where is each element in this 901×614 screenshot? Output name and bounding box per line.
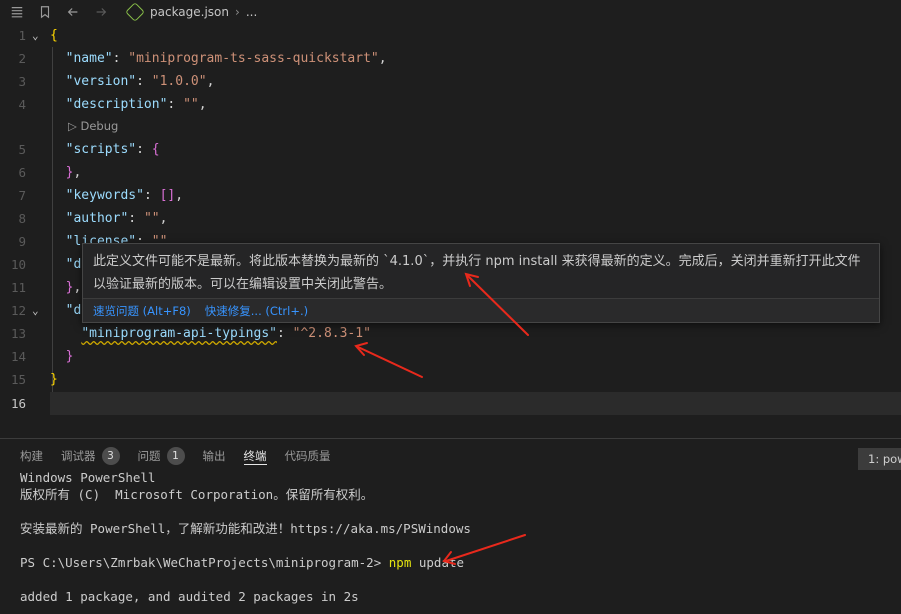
panel-tab-label: 构建 [20, 449, 43, 463]
hover-actions-bar: 速览问题 (Alt+F8) 快速修复... (Ctrl+.) [83, 298, 879, 322]
json-key-scripts: "scripts" [65, 142, 137, 157]
panel-tab-count-badge: 1 [166, 447, 185, 465]
json-value-name: "miniprogram-ts-sass-quickstart" [128, 51, 379, 66]
terminal-command: npm [388, 555, 412, 570]
terminal-line: Windows PowerShell [20, 470, 156, 485]
panel-tab-label: 代码质量 [284, 449, 331, 463]
json-value-description: "" [183, 97, 199, 112]
json-value-keywords: [] [159, 188, 176, 203]
json-key-version: "version" [65, 74, 137, 89]
json-value-version: "1.0.0" [151, 74, 207, 89]
code-editor[interactable]: 1 ⌄ 2 3 4 5 6 7 8 9 10 11 12 ⌄ 13 14 15 16 { "name": "min… [0, 24, 901, 438]
terminal-line: 版权所有 (C) Microsoft Corporation。保留所有权利。 [20, 487, 374, 502]
panel-tab[interactable]: 终端 [243, 439, 267, 473]
breadcrumb-file[interactable]: package.json [150, 5, 229, 19]
editor-breadcrumb-bar: package.json › ... [0, 0, 901, 24]
chevron-right-icon: › [235, 5, 240, 19]
panel-tab-count-badge: 3 [101, 447, 120, 465]
panel-tab[interactable]: 调试器 3 [61, 439, 120, 473]
breadcrumb-more[interactable]: ... [246, 5, 257, 19]
panel-tab-label: 问题 [137, 449, 161, 463]
peek-problem-link[interactable]: 速览问题 (Alt+F8) [93, 303, 191, 319]
json-key-partial-12: "d [65, 303, 82, 318]
json-key-description: "description" [65, 97, 168, 112]
terminal-output[interactable]: Windows PowerShell 版权所有 (C) Microsoft Cor… [20, 469, 890, 605]
json-key-name: "name" [65, 51, 113, 66]
json-value-author: "" [143, 211, 160, 226]
panel-tab-label: 调试器 [61, 449, 96, 463]
breadcrumb[interactable]: package.json › ... [125, 2, 257, 22]
json-key-keywords: "keywords" [65, 188, 144, 203]
line-number: 16 [10, 396, 26, 411]
panel-tab-label: 终端 [243, 449, 267, 463]
json-file-icon [125, 2, 145, 22]
terminal-select-dropdown[interactable]: 1: powershell [858, 448, 901, 470]
panel-tabs: 构建 调试器 3 问题 1 输出 终端 代码质量 [0, 439, 349, 473]
hover-warning-popup: 此定义文件可能不是最新。将此版本替换为最新的 `4.1.0`，并执行 npm i… [82, 243, 880, 323]
close-brace: } [50, 372, 58, 387]
open-brace: { [50, 28, 58, 43]
dependency-version-value[interactable]: "^2.8.3-1" [293, 326, 371, 341]
json-key-partial-10: "d [65, 257, 82, 272]
quick-fix-link[interactable]: 快速修复... (Ctrl+.) [205, 303, 308, 319]
forward-arrow-icon[interactable] [90, 1, 112, 23]
panel-tab[interactable]: 代码质量 [285, 439, 331, 473]
panel-tab-label: 输出 [202, 449, 226, 463]
bookmark-icon[interactable] [34, 1, 56, 23]
panel-tab[interactable]: 输出 [203, 439, 226, 473]
debug-codelens[interactable]: ▷ Debug [68, 119, 118, 133]
terminal-line: PS C:\Users\Zmrbak\WeChatProjects\minipr… [20, 554, 890, 571]
list-icon[interactable] [6, 1, 28, 23]
json-key-author: "author" [65, 211, 129, 226]
terminal-line: added 1 package, and audited 2 packages … [20, 589, 359, 604]
terminal-prompt: PS C:\Users\Zmrbak\WeChatProjects\minipr… [20, 555, 389, 570]
terminal-line: 安装最新的 PowerShell，了解新功能和改进！https://aka.ms… [20, 521, 471, 536]
back-arrow-icon[interactable] [62, 1, 84, 23]
dependency-key-typings[interactable]: "miniprogram-api-typings" [81, 326, 277, 341]
panel-tab[interactable]: 构建 [20, 439, 43, 473]
hover-warning-message: 此定义文件可能不是最新。将此版本替换为最新的 `4.1.0`，并执行 npm i… [93, 254, 861, 292]
panel-tab[interactable]: 问题 1 [138, 439, 185, 473]
bottom-panel: 构建 调试器 3 问题 1 输出 终端 代码质量 1: powershell Windows … [0, 438, 901, 614]
terminal-command-args: update [411, 555, 465, 570]
